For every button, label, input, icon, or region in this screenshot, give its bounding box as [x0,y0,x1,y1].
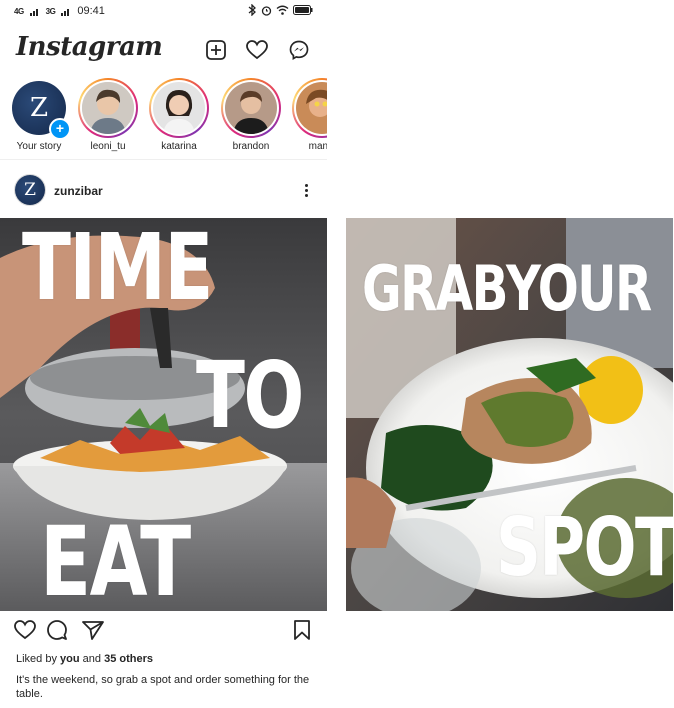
story-katarina[interactable]: katarina [147,78,211,152]
comment-icon [47,620,67,640]
signal-bars-icon [29,8,38,16]
divider [0,159,327,160]
messenger-button[interactable] [287,38,311,62]
avatar [82,82,134,134]
like-button[interactable] [14,620,38,644]
activity-button[interactable] [245,38,269,62]
dot [304,193,308,197]
wifi-icon [276,5,289,15]
app-header: Instagram [0,28,327,72]
comment-button[interactable] [47,620,71,644]
new-post-icon [206,40,226,60]
story-label: Your story [16,141,62,152]
avatar-initial: Z [24,180,36,200]
instagram-feed: 4G 3G 09:41 Instagram Z + Your story leo… [0,0,327,708]
add-story-icon[interactable]: + [49,118,71,140]
overlay-text-eat: EAT [40,506,191,611]
post-avatar[interactable]: Z [14,174,46,206]
likes-mid: and [82,653,102,665]
avatar-initial: Z [29,93,49,123]
alarm-icon [261,5,272,16]
story-ring [292,78,327,138]
dot [304,188,308,192]
story-label: katarina [161,141,197,152]
status-bar: 4G 3G 09:41 [0,0,327,22]
post-header: Z zunzibar [0,172,327,210]
post-image-time-to-eat[interactable]: TIME TO EAT [0,218,327,611]
avatar [153,82,205,134]
clock: 09:41 [77,5,105,17]
story-ring [221,78,281,138]
stories-tray: Z + Your story leoni_tu katarina brandon… [0,78,327,158]
signal-3g: 3G [45,6,56,16]
battery-icon [293,5,313,15]
post-caption: It's the weekend, so grab a spot and ord… [16,674,310,700]
bookmark-icon [294,620,310,640]
heart-icon [14,620,36,640]
story-label: manis [308,141,327,152]
overlay-text-your: YOUR [506,252,652,325]
likes-count[interactable]: 35 others [104,653,153,665]
messenger-icon [289,40,309,60]
likes-line: Liked by you and 35 others [16,653,153,665]
story-label: leoni_tu [90,141,126,152]
story-label: brandon [232,141,270,152]
story-ring [149,78,209,138]
story-leoni-tu[interactable]: leoni_tu [76,78,140,152]
post-username[interactable]: zunzibar [54,184,103,198]
heart-icon [246,40,268,60]
likes-prefix: Liked by [16,653,57,665]
overlay-text-time: TIME [22,218,213,321]
new-post-button[interactable] [204,38,228,62]
story-manis[interactable]: manis [290,78,327,152]
overlay-text-grab: GRAB [362,252,509,325]
avatar [225,82,277,134]
bluetooth-icon [248,4,256,16]
signal-4g: 4G [14,6,24,16]
save-button[interactable] [293,620,317,644]
dot [304,183,308,187]
story-ring [78,78,138,138]
more-options-button[interactable] [301,180,311,200]
overlay-text-spot: SPOT [496,501,673,594]
story-brandon[interactable]: brandon [219,78,283,152]
likes-user[interactable]: you [60,653,80,665]
post-image-grab-your-spot[interactable]: GRAB YOUR SPOT [346,218,673,611]
share-button[interactable] [82,620,106,644]
post-actions [0,620,327,646]
signal-bars-icon [61,8,70,16]
avatar-initial-wrap: Z [15,175,45,205]
instagram-logo[interactable]: Instagram [16,32,163,62]
send-icon [82,621,104,640]
story-your-story[interactable]: Z + Your story [7,78,71,152]
overlay-text-to: TO [196,342,304,449]
avatar [296,82,327,134]
